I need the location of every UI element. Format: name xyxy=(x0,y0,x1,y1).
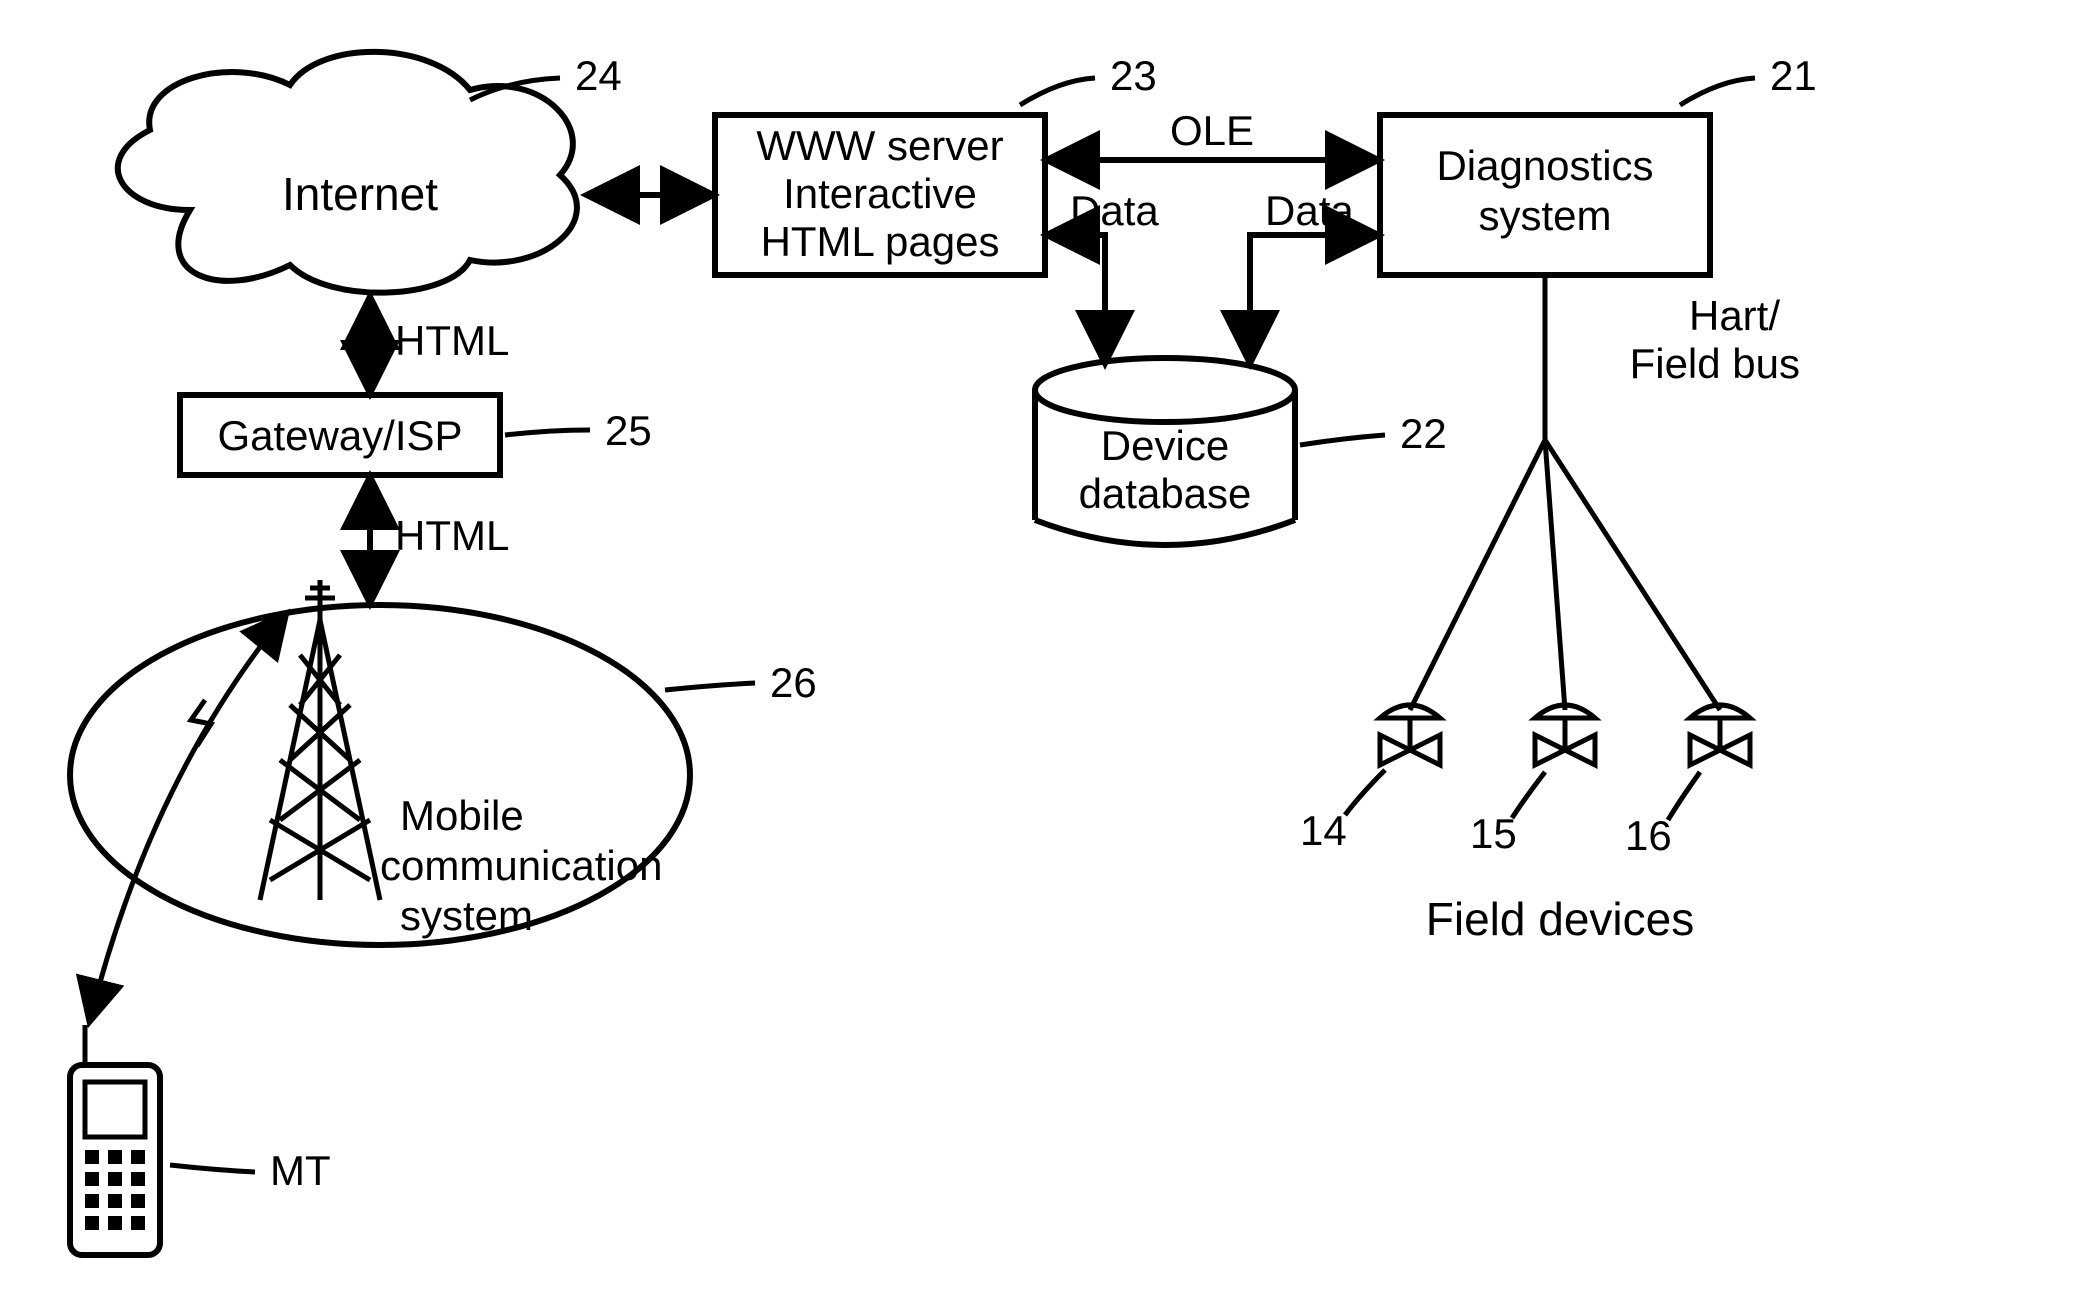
ref-leader-25 xyxy=(505,430,590,435)
edge-internet-gateway-label: HTML xyxy=(395,317,509,364)
www-server-line3: HTML pages xyxy=(761,218,1000,265)
ref-mt: MT xyxy=(270,1147,331,1194)
ref-25: 25 xyxy=(605,407,652,454)
ref-leader-21 xyxy=(1680,78,1755,105)
www-server-line1: WWW server xyxy=(756,122,1003,169)
mobile-comm-system: Mobile communication system xyxy=(70,580,690,945)
field-device-3 xyxy=(1690,705,1750,765)
ref-14: 14 xyxy=(1300,807,1347,854)
diagnostics-line1: Diagnostics xyxy=(1436,142,1653,189)
www-server-box: WWW server Interactive HTML pages xyxy=(715,115,1045,275)
ref-15: 15 xyxy=(1470,810,1517,857)
field-devices-title: Field devices xyxy=(1426,893,1694,945)
diagnostics-box: Diagnostics system xyxy=(1380,115,1710,275)
edge-server-diag-label: OLE xyxy=(1170,107,1254,154)
ref-leader-16 xyxy=(1668,772,1700,820)
tower-icon xyxy=(260,580,380,900)
bus-label-1: Hart/ xyxy=(1689,292,1780,339)
device-database: Device database xyxy=(1035,358,1295,545)
mobile-line2: communication xyxy=(380,842,662,889)
ref-23: 23 xyxy=(1110,52,1157,99)
ref-21: 21 xyxy=(1770,52,1817,99)
ref-leader-14 xyxy=(1345,770,1385,815)
db-line2: database xyxy=(1079,470,1252,517)
edge-diag-db-label: Data xyxy=(1265,187,1354,234)
www-server-line2: Interactive xyxy=(783,170,977,217)
diagnostics-line2: system xyxy=(1478,192,1611,239)
field-device-1 xyxy=(1380,705,1440,765)
ref-22: 22 xyxy=(1400,410,1447,457)
ref-leader-15 xyxy=(1512,772,1545,818)
ref-26: 26 xyxy=(770,659,817,706)
internet-label: Internet xyxy=(282,168,438,220)
bus-label-2: Field bus xyxy=(1630,340,1800,387)
radio-zigzag-icon xyxy=(191,700,211,746)
edge-radio-link xyxy=(90,615,285,1020)
gateway-label: Gateway/ISP xyxy=(217,412,462,459)
mobile-line3: system xyxy=(400,892,533,939)
field-device-2 xyxy=(1535,705,1595,765)
ref-leader-23 xyxy=(1020,78,1095,105)
ref-16: 16 xyxy=(1625,812,1672,859)
edge-diag-db xyxy=(1250,235,1375,360)
gateway-box: Gateway/ISP xyxy=(180,395,500,475)
ref-24: 24 xyxy=(575,52,622,99)
edge-server-db-label: Data xyxy=(1070,187,1159,234)
edge-server-db xyxy=(1050,235,1105,360)
db-line1: Device xyxy=(1101,422,1229,469)
mobile-terminal xyxy=(70,1025,160,1255)
mobile-line1: Mobile xyxy=(400,792,524,839)
ref-leader-22 xyxy=(1300,435,1385,445)
ref-leader-26 xyxy=(665,683,755,690)
edge-gateway-mobile-label: HTML xyxy=(395,512,509,559)
architecture-diagram: Internet 24 WWW server Interactive HTML … xyxy=(0,0,2096,1305)
ref-leader-mt xyxy=(170,1165,255,1172)
